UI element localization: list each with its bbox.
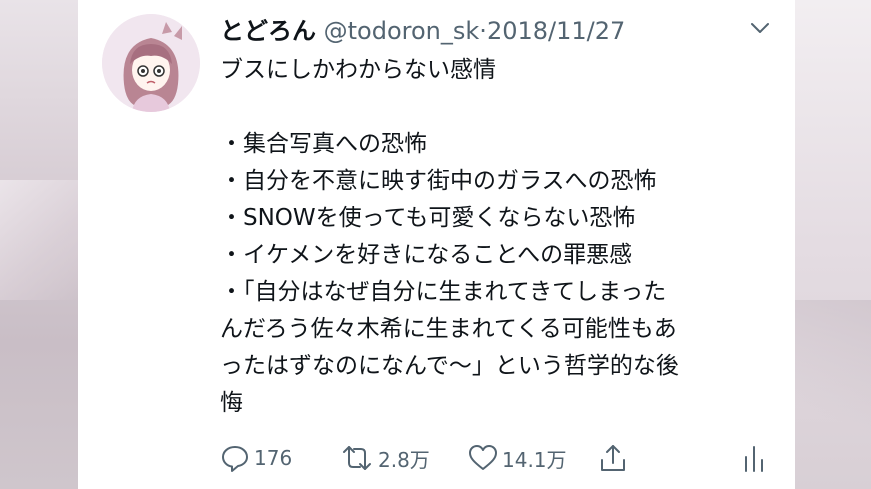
background-right [795,0,871,489]
chevron-down-icon[interactable] [746,14,774,42]
tweet-line: 悔 [220,390,243,416]
background-left [0,0,78,489]
tweet-line: ・「自分はなぜ自分に生まれてきてしまった [220,279,667,305]
tweet-card: とどろん @todoron_sk·2018/11/27 ブスにしかわからない感情… [78,0,795,489]
tweet-line: ・SNOWを使っても可愛くならない恐怖 [220,205,636,231]
avatar-illustration [102,14,200,112]
user-handle[interactable]: @todoron_sk [324,17,480,45]
reply-button[interactable]: 176 [220,438,292,478]
action-bar: 176 2.8万 14.1万 [220,438,780,478]
analytics-button[interactable] [741,438,767,478]
analytics-icon [741,443,767,473]
display-name[interactable]: とどろん [220,17,316,45]
share-button[interactable] [598,438,628,478]
tweet-text: ブスにしかわからない感情 ・集合写真への恐怖 ・自分を不意に映す街中のガラスへの… [220,52,780,422]
tweet-line: ・集合写真への恐怖 [220,131,427,157]
heart-icon [468,443,498,473]
tweet-line: ブスにしかわからない感情 [220,57,496,83]
share-icon [598,443,628,473]
tweet-line: ・イケメンを好きになることへの罪悪感 [220,242,633,268]
tweet-date[interactable]: 2018/11/27 [487,17,625,45]
retweet-button[interactable]: 2.8万 [340,438,430,478]
tweet-line: ・自分を不意に映す街中のガラスへの恐怖 [220,168,657,194]
retweet-count: 2.8万 [378,447,430,472]
separator-dot: · [479,17,487,45]
retweet-icon [340,443,374,473]
tweet-line: ったはずなのになんで〜」という哲学的な後 [220,353,679,379]
tweet-header: とどろん @todoron_sk·2018/11/27 [220,11,625,46]
like-button[interactable]: 14.1万 [468,438,567,478]
reply-icon [220,443,250,473]
tweet-line: んだろう佐々木希に生まれてくる可能性もあ [220,316,677,342]
like-count: 14.1万 [502,447,567,472]
reply-count: 176 [254,446,293,470]
avatar[interactable] [102,14,200,112]
